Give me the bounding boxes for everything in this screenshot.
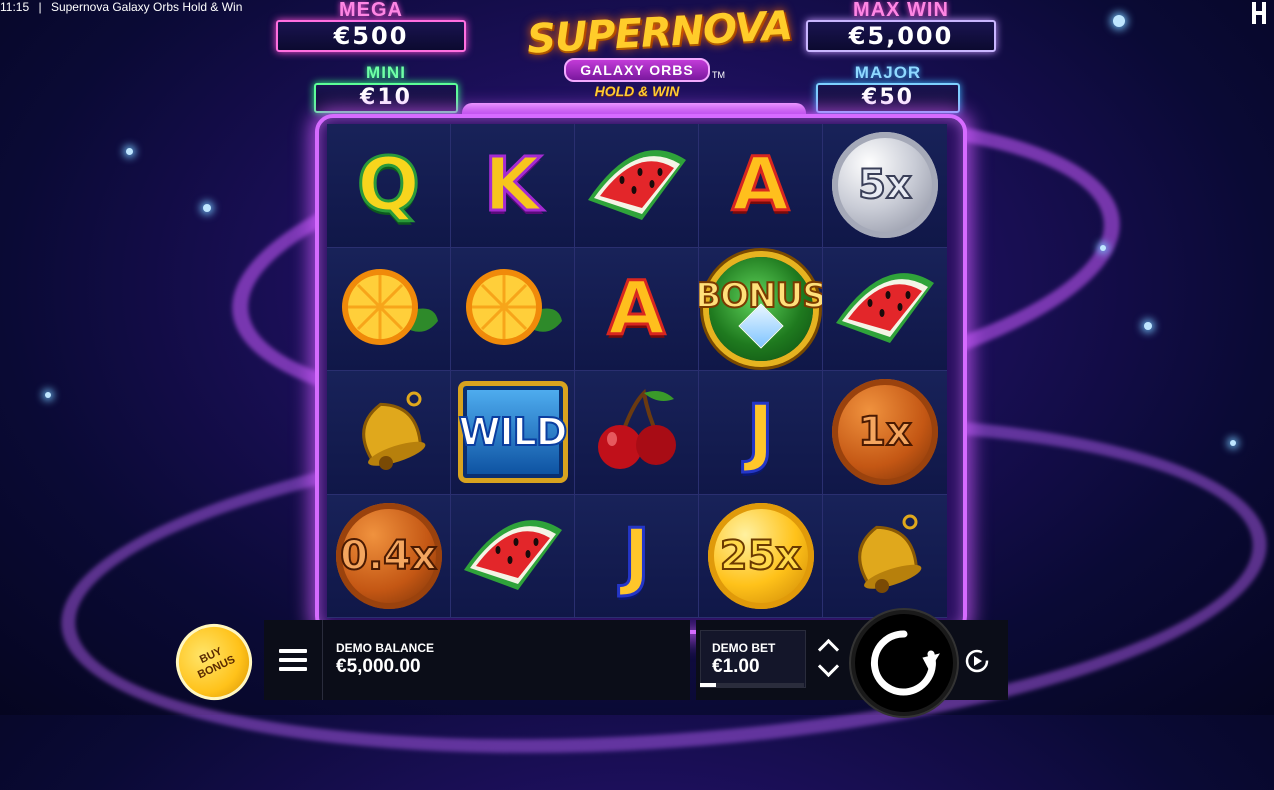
menu-button[interactable] — [264, 620, 323, 700]
reel-cell — [451, 494, 575, 618]
spin-arrow-icon — [870, 630, 940, 696]
jackpot-mega-value: €500 — [276, 20, 466, 52]
logo-title: SUPERNOVA — [525, 2, 793, 63]
orange-icon — [458, 261, 568, 356]
balance-label: DEMO BALANCE — [336, 641, 434, 655]
reel-cell: 0.4x — [327, 494, 451, 618]
background-star — [45, 392, 51, 398]
symbol-q: Q — [356, 142, 422, 229]
reel-cell: Q — [327, 124, 451, 248]
chevron-down-icon[interactable] — [817, 655, 839, 678]
autoplay-button[interactable] — [962, 646, 992, 676]
bet-level-bar — [700, 683, 804, 687]
watermelon-icon — [830, 261, 940, 356]
reel-cell — [327, 247, 451, 371]
hamburger-menu-icon — [279, 649, 307, 671]
background-star — [203, 204, 211, 212]
jackpot-max-win-label: MAX WIN — [853, 0, 949, 21]
logo-tagline: HOLD & WIN — [594, 83, 680, 99]
cherry-icon — [582, 385, 692, 480]
wild-symbol: WILD — [457, 381, 569, 484]
background-star — [1144, 322, 1152, 330]
background-star — [1113, 15, 1125, 27]
multiplier-coin: 0.4x — [335, 502, 442, 609]
reel-cell — [327, 371, 451, 495]
status-title: Supernova Galaxy Orbs Hold & Win — [50, 0, 243, 14]
reel-cell: 1x — [823, 371, 947, 495]
reel-cell: WILD — [451, 371, 575, 495]
reel-cell: A — [575, 247, 699, 371]
logo-trademark: TM — [712, 70, 725, 80]
reel-cell: BONUS — [699, 247, 823, 371]
reel-cell — [575, 124, 699, 248]
reel-cell: 25x — [699, 494, 823, 618]
reel-cell — [823, 247, 947, 371]
autoplay-icon — [965, 649, 989, 673]
reel-cell: J — [699, 371, 823, 495]
jackpot-major-value: €50 — [816, 83, 960, 113]
jackpot-mini-label: MINI — [366, 63, 406, 82]
symbol-a: A — [730, 142, 790, 229]
reel-cell — [823, 494, 947, 618]
symbol-j: J — [621, 512, 651, 599]
background-star — [126, 148, 133, 155]
status-time: 11:15 — [0, 0, 30, 14]
watermelon-icon — [582, 138, 692, 233]
symbol-k: K — [482, 142, 542, 229]
wild-label: WILD — [458, 409, 569, 455]
background-star — [1100, 245, 1106, 251]
reel-cell: 5x — [823, 124, 947, 248]
bet-stepper[interactable] — [812, 636, 844, 680]
jackpot-mini-value: €10 — [314, 83, 458, 113]
spin-button[interactable] — [851, 610, 957, 716]
multiplier-coin: 1x — [832, 379, 938, 486]
bell-icon — [334, 385, 444, 480]
bet-value: €1.00 — [712, 656, 760, 677]
multiplier-coin: 5x — [832, 132, 938, 239]
game-logo: SUPERNOVA GALAXY ORBS HOLD & WIN TM — [526, 3, 793, 112]
symbol-a: A — [606, 265, 666, 352]
symbol-j: J — [745, 389, 775, 476]
reel-cell: K — [451, 124, 575, 248]
buy-bonus-label: BUY BONUS — [195, 645, 238, 682]
balance-panel — [264, 620, 690, 700]
reel-cell — [575, 371, 699, 495]
jackpot-major: MAJOR €50 — [816, 63, 960, 113]
status-bar: 11:15 | Supernova Galaxy Orbs Hold & Win — [0, 0, 248, 14]
reel-grid: Q K A 5x A BONUS WILD J 1x 0.4x J 25x — [327, 124, 947, 618]
jackpot-mega: MEGA €500 — [276, 0, 466, 52]
orange-icon — [334, 261, 444, 356]
multiplier-coin: 25x — [707, 502, 814, 609]
bonus-symbol: BONUS — [699, 256, 822, 361]
bet-level-fill — [700, 683, 716, 687]
jackpot-major-label: MAJOR — [854, 63, 922, 82]
background-star — [1230, 440, 1236, 446]
status-separator: | — [38, 0, 42, 14]
bell-icon — [830, 508, 940, 603]
reel-cell: A — [699, 124, 823, 248]
jackpot-max-win: MAX WIN €5,000 — [806, 0, 996, 52]
logo-subtitle: GALAXY ORBS — [564, 58, 710, 82]
jackpot-mini: MINI €10 — [314, 63, 458, 113]
jackpot-max-win-value: €5,000 — [806, 20, 996, 52]
reel-cell — [451, 247, 575, 371]
reel-cell: J — [575, 494, 699, 618]
watermelon-icon — [458, 508, 568, 603]
balance-value: €5,000.00 — [336, 656, 421, 677]
provider-logo-icon — [1252, 2, 1266, 24]
jackpot-mega-label: MEGA — [339, 0, 403, 21]
bet-label: DEMO BET — [712, 641, 776, 655]
